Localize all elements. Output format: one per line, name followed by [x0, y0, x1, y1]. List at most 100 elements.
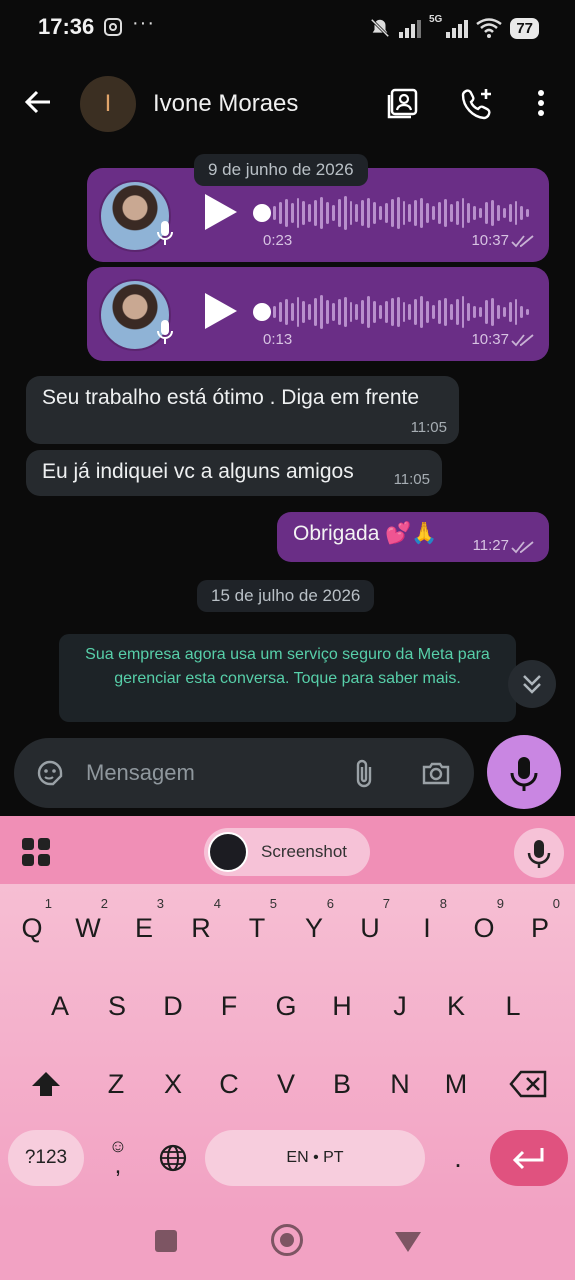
key-u[interactable]: U7 [344, 896, 396, 958]
playback-scrubber[interactable] [253, 204, 271, 222]
key-s[interactable]: S [91, 976, 143, 1036]
back-button[interactable] [395, 1232, 421, 1252]
outgoing-message[interactable]: Obrigada 💕🙏 11:27 [277, 512, 549, 562]
key-x[interactable]: X [147, 1054, 199, 1114]
key-m[interactable]: M [430, 1054, 482, 1114]
key-b[interactable]: B [316, 1054, 368, 1114]
record-voice-button[interactable] [487, 735, 561, 809]
read-receipt-icon [511, 235, 534, 248]
back-arrow-icon[interactable] [22, 86, 54, 118]
key-o[interactable]: O9 [458, 896, 510, 958]
message-time: 10:37 [471, 331, 509, 348]
camera-icon[interactable] [420, 757, 452, 789]
key-a[interactable]: A [34, 976, 86, 1036]
play-icon[interactable] [205, 293, 237, 329]
status-time: 17:36 [38, 14, 95, 39]
mic-icon [157, 320, 173, 344]
key-l[interactable]: L [487, 976, 539, 1036]
key-k[interactable]: K [430, 976, 482, 1036]
space-bar[interactable]: EN • PT [205, 1130, 425, 1186]
add-call-icon[interactable] [460, 86, 494, 120]
message-time: 11:05 [410, 419, 447, 436]
message-input[interactable]: Mensagem [86, 760, 195, 786]
key-t[interactable]: T5 [231, 896, 283, 958]
enter-key[interactable] [490, 1130, 568, 1186]
key-z[interactable]: Z [90, 1054, 142, 1114]
key-f[interactable]: F [203, 976, 255, 1036]
language-key[interactable] [147, 1128, 199, 1188]
key-r[interactable]: R4 [175, 896, 227, 958]
keyboard: Screenshot Q1 W2 E3 R4 T5 Y6 U7 I8 O9 P0… [0, 816, 575, 1280]
key-w[interactable]: W2 [62, 896, 114, 958]
key-i[interactable]: I8 [401, 896, 453, 958]
enter-arrow-icon [512, 1148, 544, 1170]
network-type: 5G [428, 14, 443, 25]
instagram-icon [104, 18, 122, 36]
scroll-to-bottom-button[interactable] [508, 660, 556, 708]
status-bar: 17:36 ··· 5G 77 [0, 0, 575, 56]
more-notifications-icon: ··· [132, 12, 155, 34]
wifi-icon [476, 18, 503, 38]
battery-level: 77 [510, 17, 539, 39]
backspace-icon [509, 1070, 547, 1098]
key-g[interactable]: G [260, 976, 312, 1036]
key-n[interactable]: N [374, 1054, 426, 1114]
key-y[interactable]: Y6 [288, 896, 340, 958]
voice-typing-button[interactable] [514, 828, 564, 878]
recents-button[interactable] [155, 1230, 177, 1252]
signal-2-icon [446, 18, 469, 38]
more-options-icon[interactable] [524, 86, 558, 120]
key-j[interactable]: J [374, 976, 426, 1036]
key-v[interactable]: V [260, 1054, 312, 1114]
message-time: 11:27 [472, 537, 509, 554]
waveform[interactable] [273, 192, 530, 234]
play-icon[interactable] [205, 194, 237, 230]
comma-label: , [114, 1152, 122, 1179]
emoji-comma-key[interactable]: ☺ , [92, 1128, 144, 1188]
contact-name[interactable]: Ivone Moraes [153, 90, 298, 118]
sticker-icon[interactable] [34, 757, 66, 789]
key-c[interactable]: C [203, 1054, 255, 1114]
mic-icon [527, 840, 551, 868]
keyboard-toolbar: Screenshot [0, 816, 575, 884]
home-button[interactable] [271, 1224, 303, 1256]
mic-icon [157, 221, 173, 245]
period-key[interactable]: . [432, 1128, 484, 1188]
muted-bell-icon [370, 18, 390, 38]
message-composer: Mensagem [14, 738, 474, 808]
contact-avatar[interactable]: I [80, 76, 136, 132]
playback-scrubber[interactable] [253, 303, 271, 321]
read-receipt-icon [511, 541, 534, 554]
message-time: 10:37 [471, 232, 509, 249]
message-text: Obrigada 💕🙏 [293, 522, 438, 545]
double-chevron-down-icon [523, 675, 541, 694]
message-time: 11:05 [393, 471, 430, 488]
voice-message[interactable]: 0:13 10:37 [87, 267, 549, 361]
system-nav-bar [0, 1214, 575, 1280]
screenshot-thumbnail [208, 832, 248, 872]
key-d[interactable]: D [147, 976, 199, 1036]
incoming-message[interactable]: Eu já indiquei vc a alguns amigos 11:05 [26, 450, 442, 496]
screenshot-suggestion-chip[interactable]: Screenshot [204, 828, 370, 876]
system-notice[interactable]: Sua empresa agora usa um serviço seguro … [59, 634, 516, 722]
voice-duration: 0:13 [263, 331, 293, 348]
attach-icon[interactable] [348, 757, 380, 789]
date-separator: 15 de julho de 2026 [197, 580, 375, 612]
symbols-key[interactable]: ?123 [8, 1130, 84, 1186]
voice-duration: 0:23 [263, 232, 293, 249]
mic-icon [510, 757, 538, 791]
contact-card-icon[interactable] [386, 86, 420, 120]
key-q[interactable]: Q1 [6, 896, 58, 958]
apps-grid-icon[interactable] [22, 838, 50, 866]
waveform[interactable] [273, 291, 530, 333]
key-p[interactable]: P0 [514, 896, 566, 958]
backspace-key[interactable] [502, 1054, 554, 1114]
message-list[interactable]: 0:23 10:37 9 de junho de 2026 0:13 10:37… [0, 148, 575, 820]
shift-arrow-icon [32, 1072, 60, 1096]
message-text: Eu já indiquei vc a alguns amigos [42, 460, 354, 483]
incoming-message[interactable]: Seu trabalho está ótimo . Diga em frente… [26, 376, 459, 444]
key-e[interactable]: E3 [118, 896, 170, 958]
key-h[interactable]: H [316, 976, 368, 1036]
keys-area: Q1 W2 E3 R4 T5 Y6 U7 I8 O9 P0 A S D F G … [0, 884, 575, 1214]
shift-key[interactable] [20, 1054, 72, 1114]
